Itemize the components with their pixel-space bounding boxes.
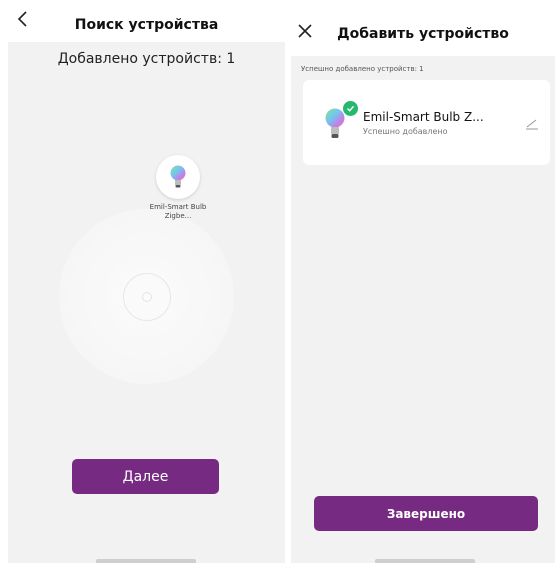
page-title: Поиск устройства (74, 17, 219, 33)
found-device-button[interactable] (156, 155, 200, 199)
added-device-card[interactable]: Emil-Smart Bulb Z... Успешно добавлено (303, 80, 550, 165)
add-device-screen: Добавить устройство Успешно добавлено ус… (291, 0, 555, 563)
top-bar: Добавить устройство (291, 0, 555, 56)
smart-bulb-icon (170, 165, 186, 188)
success-count-caption: Успешно добавлено устройств: 1 (301, 65, 424, 73)
check-icon (342, 100, 359, 117)
found-device-label: Emil-Smart Bulb Zigbe... (149, 203, 207, 220)
finish-button[interactable]: Завершено (314, 496, 538, 531)
page-title: Добавить устройство (337, 26, 509, 42)
home-indicator (375, 559, 475, 563)
added-devices-count: Добавлено устройств: 1 (57, 51, 236, 67)
next-button[interactable]: Далее (72, 459, 219, 494)
home-indicator (96, 559, 196, 563)
device-name: Emil-Smart Bulb Z... (363, 110, 484, 124)
pencil-icon[interactable] (525, 116, 539, 130)
device-status: Успешно добавлено (363, 127, 448, 136)
device-search-screen: Поиск устройства Добавлено устройств: 1 … (8, 0, 285, 563)
top-bar: Поиск устройства (8, 0, 285, 42)
radar-center-dot (142, 292, 152, 302)
